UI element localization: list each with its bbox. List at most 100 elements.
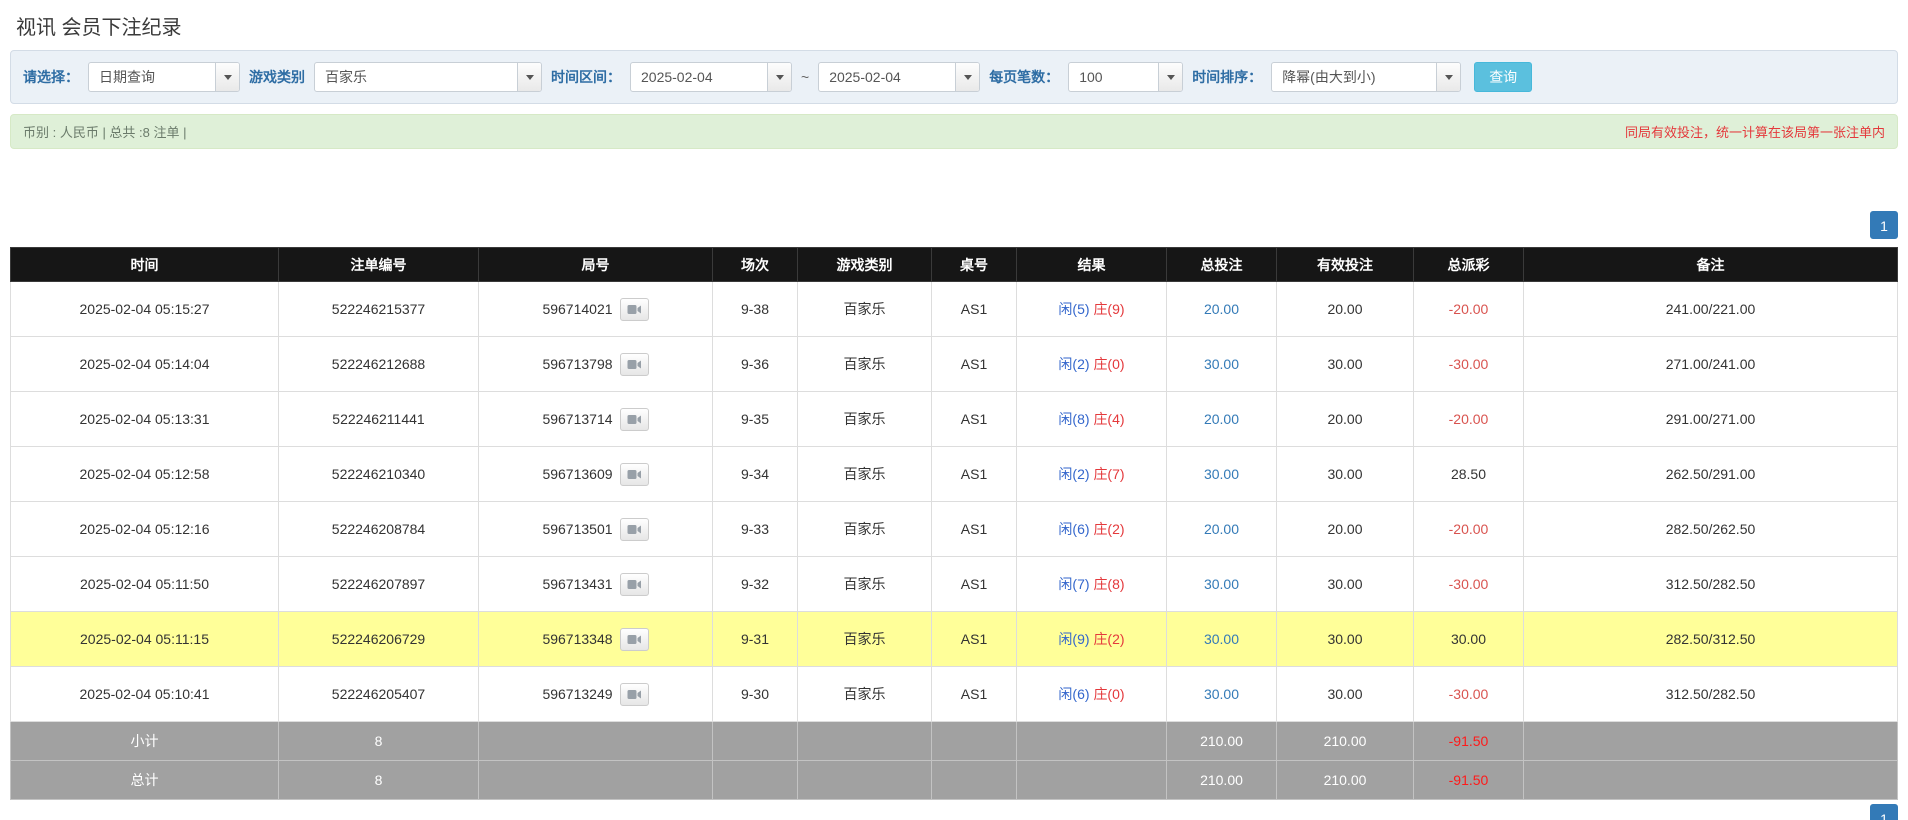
search-button[interactable]: 查询 bbox=[1474, 62, 1532, 92]
cell-session: 9-36 bbox=[713, 337, 798, 392]
cell-game: 百家乐 bbox=[798, 337, 932, 392]
cell-valid-bet: 20.00 bbox=[1277, 502, 1414, 557]
cell-table: AS1 bbox=[932, 667, 1017, 722]
cell-table: AS1 bbox=[932, 392, 1017, 447]
replay-button[interactable] bbox=[620, 463, 649, 486]
result-player: 闲(6) bbox=[1058, 521, 1089, 537]
page-button-1-bottom[interactable]: 1 bbox=[1870, 804, 1898, 820]
game-type-value: 百家乐 bbox=[315, 63, 517, 91]
cell-bet-id: 522246207897 bbox=[279, 557, 479, 612]
summary-label: 小计 bbox=[11, 722, 279, 761]
cell-round-id: 596713431 bbox=[479, 557, 713, 612]
result-player: 闲(2) bbox=[1058, 356, 1089, 372]
video-icon bbox=[627, 524, 641, 535]
table-row: 2025-02-04 05:11:15522246206729596713348… bbox=[11, 612, 1898, 667]
replay-button[interactable] bbox=[620, 408, 649, 431]
cell-round-id: 596713798 bbox=[479, 337, 713, 392]
cell-bet-id: 522246211441 bbox=[279, 392, 479, 447]
replay-button[interactable] bbox=[620, 298, 649, 321]
result-player: 闲(5) bbox=[1058, 301, 1089, 317]
cell-game: 百家乐 bbox=[798, 667, 932, 722]
total-bet-link[interactable]: 30.00 bbox=[1204, 686, 1239, 702]
table-row: 2025-02-04 05:12:16522246208784596713501… bbox=[11, 502, 1898, 557]
total-bet-link[interactable]: 30.00 bbox=[1204, 466, 1239, 482]
cell-bet-id: 522246215377 bbox=[279, 282, 479, 337]
cell-note: 282.50/262.50 bbox=[1524, 502, 1898, 557]
cell-round-id: 596713609 bbox=[479, 447, 713, 502]
query-type-select[interactable]: 日期查询 bbox=[88, 62, 240, 92]
cell-table: AS1 bbox=[932, 447, 1017, 502]
cell-valid-bet: 30.00 bbox=[1277, 667, 1414, 722]
cell-total-bet: 30.00 bbox=[1167, 337, 1277, 392]
total-bet-link[interactable]: 30.00 bbox=[1204, 576, 1239, 592]
replay-button[interactable] bbox=[620, 353, 649, 376]
page-title: 视讯 会员下注纪录 bbox=[0, 0, 1908, 47]
chevron-down-icon[interactable] bbox=[767, 63, 791, 91]
date-to-select[interactable]: 2025-02-04 bbox=[818, 62, 980, 92]
total-bet-link[interactable]: 20.00 bbox=[1204, 301, 1239, 317]
result-banker: 庄(0) bbox=[1093, 356, 1124, 372]
replay-button[interactable] bbox=[620, 628, 649, 651]
cell-total-bet: 20.00 bbox=[1167, 392, 1277, 447]
col-payout: 总派彩 bbox=[1414, 248, 1524, 282]
time-sort-select[interactable]: 降幂(由大到小) bbox=[1271, 62, 1461, 92]
cell-session: 9-31 bbox=[713, 612, 798, 667]
query-type-value: 日期查询 bbox=[89, 63, 215, 91]
total-bet-link[interactable]: 30.00 bbox=[1204, 631, 1239, 647]
cell-result: 闲(6) 庄(2) bbox=[1017, 502, 1167, 557]
cell-payout: -30.00 bbox=[1414, 557, 1524, 612]
summary-payout: -91.50 bbox=[1414, 761, 1524, 800]
cell-game: 百家乐 bbox=[798, 502, 932, 557]
time-sort-value: 降幂(由大到小) bbox=[1272, 63, 1436, 91]
cell-round-id: 596713348 bbox=[479, 612, 713, 667]
col-bet-id: 注单编号 bbox=[279, 248, 479, 282]
col-note: 备注 bbox=[1524, 248, 1898, 282]
result-banker: 庄(4) bbox=[1093, 411, 1124, 427]
cell-result: 闲(5) 庄(9) bbox=[1017, 282, 1167, 337]
total-bet-link[interactable]: 20.00 bbox=[1204, 411, 1239, 427]
result-banker: 庄(2) bbox=[1093, 521, 1124, 537]
table-row: 2025-02-04 05:15:27522246215377596714021… bbox=[11, 282, 1898, 337]
replay-button[interactable] bbox=[620, 683, 649, 706]
cell-note: 312.50/282.50 bbox=[1524, 557, 1898, 612]
summary-count: 8 bbox=[279, 722, 479, 761]
cell-bet-id: 522246208784 bbox=[279, 502, 479, 557]
table-row: 2025-02-04 05:14:04522246212688596713798… bbox=[11, 337, 1898, 392]
date-from-value: 2025-02-04 bbox=[631, 63, 767, 91]
table-row: 2025-02-04 05:12:58522246210340596713609… bbox=[11, 447, 1898, 502]
currency-summary-text: 币别 : 人民币 | 总共 :8 注单 | bbox=[23, 122, 187, 141]
total-bet-link[interactable]: 30.00 bbox=[1204, 356, 1239, 372]
table-body: 2025-02-04 05:15:27522246215377596714021… bbox=[11, 282, 1898, 800]
replay-button[interactable] bbox=[620, 573, 649, 596]
chevron-down-icon[interactable] bbox=[517, 63, 541, 91]
pagination-top: 1 bbox=[10, 211, 1898, 239]
chevron-down-icon[interactable] bbox=[955, 63, 979, 91]
table-row: 2025-02-04 05:13:31522246211441596713714… bbox=[11, 392, 1898, 447]
cell-session: 9-32 bbox=[713, 557, 798, 612]
result-player: 闲(6) bbox=[1058, 686, 1089, 702]
summary-payout: -91.50 bbox=[1414, 722, 1524, 761]
result-banker: 庄(7) bbox=[1093, 466, 1124, 482]
bet-records-table: 时间 注单编号 局号 场次 游戏类别 桌号 结果 总投注 有效投注 总派彩 备注… bbox=[10, 247, 1898, 800]
summary-total-bet: 210.00 bbox=[1167, 761, 1277, 800]
range-separator: ~ bbox=[801, 69, 809, 85]
date-from-select[interactable]: 2025-02-04 bbox=[630, 62, 792, 92]
game-type-select[interactable]: 百家乐 bbox=[314, 62, 542, 92]
chevron-down-icon[interactable] bbox=[1436, 63, 1460, 91]
cell-note: 262.50/291.00 bbox=[1524, 447, 1898, 502]
cell-payout: -20.00 bbox=[1414, 282, 1524, 337]
col-table: 桌号 bbox=[932, 248, 1017, 282]
table-row: 2025-02-04 05:11:50522246207897596713431… bbox=[11, 557, 1898, 612]
col-session: 场次 bbox=[713, 248, 798, 282]
cell-total-bet: 20.00 bbox=[1167, 502, 1277, 557]
page-size-select[interactable]: 100 bbox=[1068, 62, 1183, 92]
chevron-down-icon[interactable] bbox=[1158, 63, 1182, 91]
chevron-down-icon[interactable] bbox=[215, 63, 239, 91]
page-button-1[interactable]: 1 bbox=[1870, 211, 1898, 239]
replay-button[interactable] bbox=[620, 518, 649, 541]
result-player: 闲(7) bbox=[1058, 576, 1089, 592]
cell-table: AS1 bbox=[932, 612, 1017, 667]
video-icon bbox=[627, 469, 641, 480]
total-bet-link[interactable]: 20.00 bbox=[1204, 521, 1239, 537]
cell-game: 百家乐 bbox=[798, 282, 932, 337]
